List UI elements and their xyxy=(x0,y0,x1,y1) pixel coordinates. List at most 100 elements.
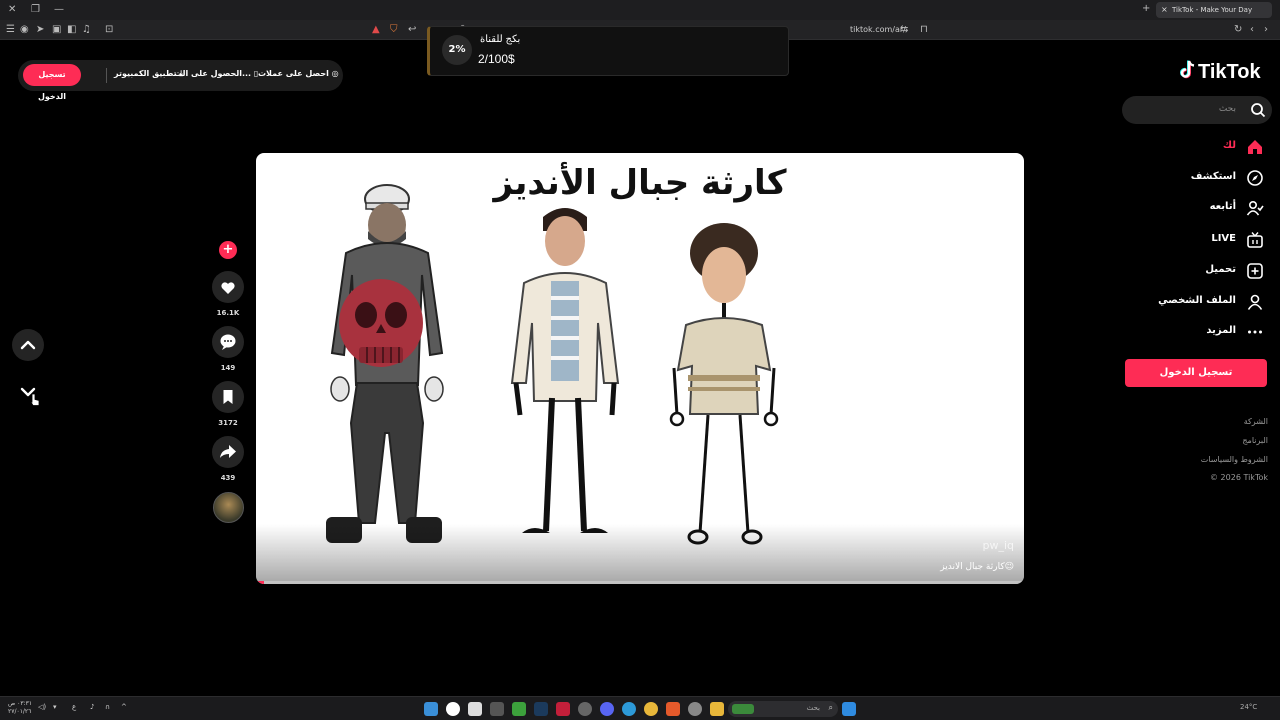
search-icon[interactable] xyxy=(1250,102,1266,118)
sidebar-item-more[interactable]: المزيد xyxy=(1144,321,1264,343)
like-count: 16.1K xyxy=(216,309,240,317)
top-login-button[interactable]: تسجيل الدخول xyxy=(23,64,81,101)
start-button-icon[interactable] xyxy=(842,702,856,716)
video-progress-bar[interactable] xyxy=(256,581,1024,584)
figure-backpacker xyxy=(326,184,444,543)
sidebar-item-upload[interactable]: تحميل xyxy=(1144,260,1264,282)
bookmark-icon xyxy=(223,390,233,404)
sidebar-item-label: LIVE xyxy=(1211,233,1236,244)
coins-link[interactable]: احصل على عملات ◎ xyxy=(258,69,339,78)
share-icon xyxy=(220,445,236,458)
music-avatar[interactable] xyxy=(213,492,244,523)
weather-widget[interactable]: 24°C xyxy=(1240,703,1257,711)
reload-icon[interactable]: ↻ xyxy=(1234,24,1242,36)
xbox-icon[interactable] xyxy=(512,702,526,716)
settings-icon[interactable] xyxy=(578,702,592,716)
gallery-icon[interactable]: ▣ xyxy=(52,24,61,36)
media-player-icon[interactable] xyxy=(446,702,460,716)
sidebar-item-label: لك xyxy=(1222,140,1236,151)
headset-icon[interactable]: ∩ xyxy=(105,703,110,711)
new-tab-button[interactable]: + xyxy=(1142,3,1150,14)
like-action[interactable]: 16.1K xyxy=(212,271,244,317)
address-bar[interactable]: tiktok.com/ar/ xyxy=(850,25,906,34)
tools-icon[interactable] xyxy=(688,702,702,716)
restore-window-icon[interactable]: ❐ xyxy=(31,4,40,16)
download-amount: 2/100$ xyxy=(478,52,515,66)
mic-icon[interactable]: ♪ xyxy=(90,703,94,711)
back-arrow-icon[interactable]: ↩ xyxy=(408,24,416,36)
sidebar-item-profile[interactable]: الملف الشخصي xyxy=(1124,291,1264,313)
search-highlight-icon xyxy=(732,704,754,714)
discord-icon[interactable] xyxy=(600,702,614,716)
taskbar: ٠٣:٣١ ص ٢٧/٠١/٢٦ ◁) ▾ ع ♪ ∩ ^ بحث ⌕ 24°C xyxy=(0,696,1280,720)
share-action[interactable]: 439 xyxy=(212,436,244,482)
share-url-icon[interactable]: ⇆ xyxy=(900,24,908,36)
menu-icon[interactable]: ☰ xyxy=(6,24,15,36)
video-username[interactable]: pw_iq xyxy=(982,539,1014,552)
browser-tab[interactable]: × TikTok - Make Your Day xyxy=(1156,2,1272,18)
app-icon-a[interactable] xyxy=(556,702,570,716)
save-button[interactable] xyxy=(212,381,244,413)
bookmark-icon[interactable]: ⊓ xyxy=(920,24,928,36)
footer-program-link[interactable]: البرنامج xyxy=(1242,436,1268,445)
clock-time[interactable]: ٠٣:٣١ ص xyxy=(8,700,32,707)
sidebar-item-for-you[interactable]: لك xyxy=(1144,136,1264,158)
clock-date[interactable]: ٢٧/٠١/٢٦ xyxy=(8,708,31,715)
video-progress-fill xyxy=(256,581,264,584)
file-explorer-icon[interactable] xyxy=(710,702,724,716)
video-player[interactable]: كارثة جبال الأنديز pw_iq كارثة جبال الان… xyxy=(256,153,1024,584)
music-icon[interactable]: ♫ xyxy=(82,24,91,36)
comment-action[interactable]: 149 xyxy=(212,326,244,372)
tiktok-logo[interactable]: TikTok xyxy=(1180,58,1261,84)
send-icon[interactable]: ➤ xyxy=(36,24,44,36)
tab-close-icon[interactable]: × xyxy=(1161,5,1168,14)
tray-expand-icon[interactable]: ^ xyxy=(121,703,127,711)
divider xyxy=(106,68,107,83)
location-icon[interactable]: ◉ xyxy=(20,24,29,36)
minimize-window-icon[interactable]: — xyxy=(54,4,64,16)
video-frame-illustration xyxy=(326,184,779,545)
sidebar-login-button[interactable]: تسجيل الدخول xyxy=(1125,359,1267,387)
comment-button[interactable] xyxy=(212,326,244,358)
close-window-icon[interactable]: ✕ xyxy=(8,4,16,16)
follow-plus-button[interactable]: + xyxy=(219,241,237,259)
footer-copyright: © 2026 TikTok xyxy=(1210,473,1268,482)
footer-company-link[interactable]: الشركة xyxy=(1244,417,1268,426)
network-icon[interactable]: ▾ xyxy=(53,703,57,711)
sidebar-item-label: استكشف xyxy=(1190,171,1236,182)
edge-icon[interactable] xyxy=(622,702,636,716)
volume-icon[interactable]: ◁) xyxy=(38,703,46,711)
taskbar-search-input[interactable]: بحث ⌕ xyxy=(728,701,838,717)
tab-title: TikTok - Make Your Day xyxy=(1172,6,1253,14)
snipping-tool-icon[interactable] xyxy=(468,702,482,716)
save-count: 3172 xyxy=(218,419,238,427)
desktop-app-label: تطبيق الكمبيوتر xyxy=(114,69,177,78)
previous-video-button[interactable] xyxy=(12,329,44,361)
forward-icon[interactable]: › xyxy=(1264,24,1268,36)
sidebar-item-explore[interactable]: استكشف xyxy=(1144,167,1264,189)
shield-icon[interactable]: ⛉ xyxy=(390,24,398,36)
app-icon-1[interactable] xyxy=(424,702,438,716)
sidebar-item-following[interactable]: أتابعه xyxy=(1144,197,1264,219)
chrome-icon[interactable] xyxy=(644,702,658,716)
download-popup[interactable]: 2% بكج للقناة 2/100$ xyxy=(427,26,789,76)
search-input[interactable]: بحث xyxy=(1122,96,1272,124)
save-action[interactable]: 3172 xyxy=(212,381,244,427)
steam-icon[interactable] xyxy=(534,702,548,716)
epic-games-icon[interactable] xyxy=(490,702,504,716)
brave-icon[interactable]: ▲ xyxy=(372,24,380,36)
desktop-app-link[interactable]: تطبيق الكمبيوتر ⤓ xyxy=(114,69,183,79)
get-app-label: الحصول على الت... xyxy=(174,69,252,78)
back-icon[interactable]: ‹ xyxy=(1250,24,1254,36)
download-percent: 2% xyxy=(442,35,472,65)
like-button[interactable] xyxy=(212,271,244,303)
share-button[interactable] xyxy=(212,436,244,468)
get-app-link[interactable]: الحصول على الت... ▯ xyxy=(174,69,258,78)
footer-terms-link[interactable]: الشروط والسياسات xyxy=(1201,455,1268,464)
tab-search-icon[interactable]: ⊡ xyxy=(105,24,113,36)
language-indicator[interactable]: ع xyxy=(72,703,76,711)
brave-taskbar-icon[interactable] xyxy=(666,702,680,716)
sidebar-icon[interactable]: ◧ xyxy=(67,24,76,36)
sidebar-item-live[interactable]: LIVE xyxy=(1144,229,1264,251)
figure-robe xyxy=(669,223,779,545)
